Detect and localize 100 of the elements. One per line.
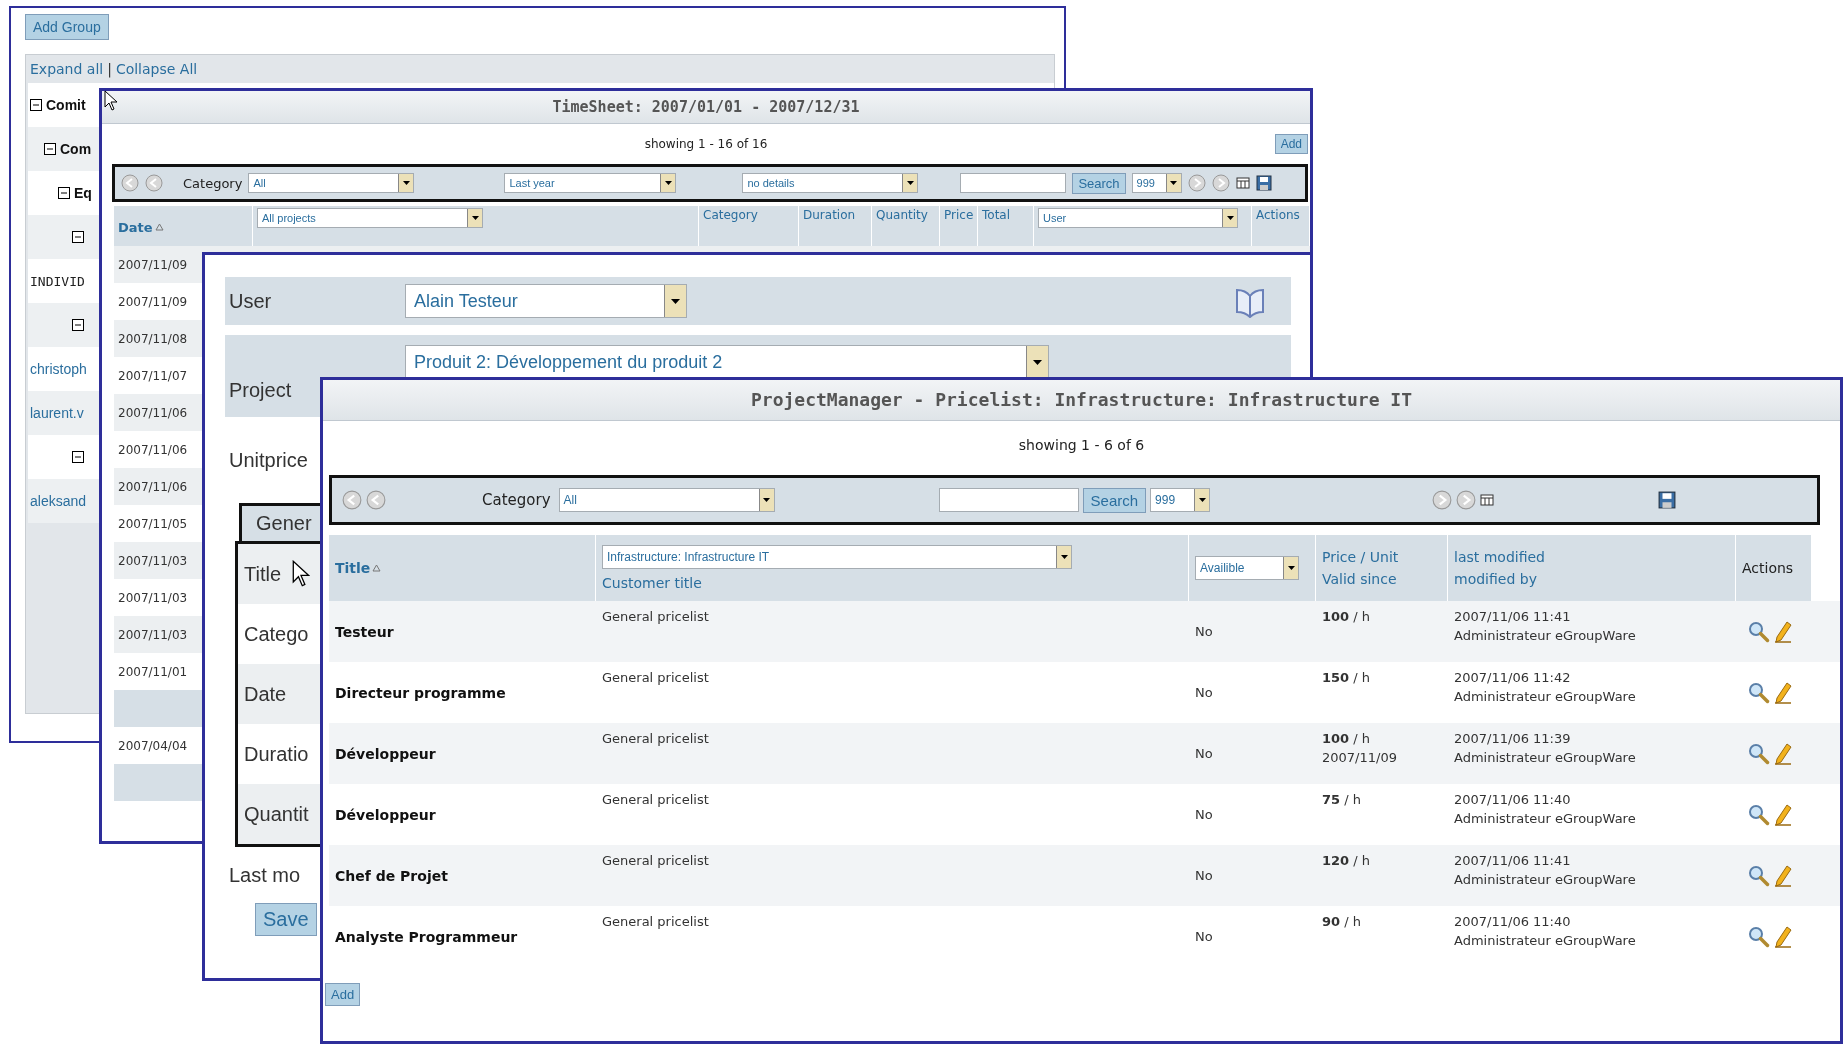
modified-date-cell: 2007/11/06 11:41: [1454, 609, 1571, 624]
date-cell: 2007/11/08: [118, 331, 188, 346]
search-button[interactable]: Search: [1082, 487, 1147, 513]
date-cell: 2007/11/06: [118, 442, 188, 457]
field-label: Catego: [243, 622, 309, 646]
date-cell: 2007/11/03: [118, 553, 188, 568]
magnifier-icon[interactable]: [1748, 925, 1770, 948]
pricelist-cell: General pricelist: [602, 792, 709, 807]
field-label: User: [228, 289, 272, 312]
modified-date-cell: 2007/11/06 11:40: [1454, 792, 1571, 807]
price-cell: 120 / h: [1322, 853, 1371, 868]
period-select[interactable]: Last year: [504, 173, 677, 193]
title-cell: Développeur: [335, 745, 436, 762]
page-size-select[interactable]: 999: [1150, 488, 1211, 512]
field-label: Date: [243, 682, 287, 706]
magnifier-icon[interactable]: [1748, 681, 1770, 704]
window-title: ProjectManager - Pricelist: Infrastructure: Infrastructure IT: [323, 380, 1840, 421]
pricelist-cell: General pricelist: [602, 853, 709, 868]
magnifier-icon[interactable]: [1748, 864, 1770, 887]
pencil-icon[interactable]: [1774, 681, 1792, 704]
user-filter-select[interactable]: User: [1038, 208, 1238, 228]
field-label: Quantit: [243, 802, 309, 826]
column-header: Price: [940, 206, 978, 246]
add-group-button[interactable]: Add Group: [25, 14, 109, 40]
category-label: Category: [183, 175, 243, 191]
link-separator: |: [107, 61, 112, 77]
dropdown-field[interactable]: Produit 2: Développement du produit 2: [405, 345, 1049, 379]
magnifier-icon[interactable]: [1748, 742, 1770, 765]
table-icon[interactable]: [1235, 177, 1250, 189]
table-icon[interactable]: [1480, 494, 1495, 506]
category-select[interactable]: All: [248, 173, 415, 193]
member-link[interactable]: christoph: [30, 361, 87, 377]
availability-select[interactable]: Availible: [1195, 556, 1299, 580]
field-label: Duratio: [243, 742, 309, 766]
pricelist-cell: General pricelist: [602, 731, 709, 746]
category-select[interactable]: All: [558, 488, 775, 512]
date-cell: 2007/11/03: [118, 627, 188, 642]
category-label: Category: [482, 491, 551, 509]
add-button[interactable]: Add: [1274, 134, 1308, 154]
modified-date-cell: 2007/11/06 11:40: [1454, 914, 1571, 929]
page-size-select[interactable]: 999: [1131, 173, 1182, 193]
column-header: Price / Unit: [1322, 549, 1399, 565]
pricelist-filter-select[interactable]: Infrastructure: Infrastructure IT: [602, 545, 1072, 569]
pencil-icon[interactable]: [1774, 742, 1792, 765]
modified-date-cell: 2007/11/06 11:42: [1454, 670, 1571, 685]
expand-all-link[interactable]: Expand all: [30, 61, 104, 77]
date-cell: 2007/11/09: [118, 294, 188, 309]
showing-count: showing 1 - 16 of 16: [644, 137, 768, 151]
sort-icon: [154, 223, 164, 231]
group-name: Com: [60, 141, 92, 157]
title-cell: Analyste Programmeur: [335, 928, 518, 945]
date-cell: 2007/11/05: [118, 516, 188, 531]
date-cell: 2007/11/01: [118, 664, 188, 679]
search-field[interactable]: [938, 488, 1079, 512]
minus-box-icon[interactable]: [44, 143, 56, 155]
add-button[interactable]: Add: [325, 983, 361, 1006]
modified-date-cell: 2007/11/06 11:39: [1454, 731, 1571, 746]
minus-box-icon[interactable]: [58, 187, 70, 199]
column-header: Category: [699, 206, 799, 246]
search-field[interactable]: [960, 173, 1067, 193]
pencil-icon[interactable]: [1774, 925, 1792, 948]
price-cell: 75 / h: [1322, 792, 1361, 807]
availability-cell: No: [1195, 868, 1213, 883]
date-sort-link[interactable]: Date: [118, 219, 164, 235]
dropdown-field[interactable]: Alain Testeur: [405, 284, 687, 318]
availability-cell: No: [1195, 624, 1213, 639]
title-sort-link[interactable]: Title: [335, 560, 382, 576]
title-cell: Testeur: [335, 623, 394, 640]
project-filter-select[interactable]: All projects: [257, 208, 483, 228]
search-button[interactable]: Search: [1072, 172, 1126, 194]
tab[interactable]: Gener: [239, 503, 323, 541]
member-link[interactable]: aleksand: [30, 493, 87, 509]
save-icon[interactable]: [1255, 175, 1272, 191]
save-icon[interactable]: [1658, 491, 1677, 509]
member-link[interactable]: laurent.v: [30, 405, 84, 421]
column-header: Total: [978, 206, 1034, 246]
magnifier-icon[interactable]: [1748, 620, 1770, 643]
availability-cell: No: [1195, 685, 1213, 700]
valid-since-cell: 2007/11/09: [1322, 750, 1397, 765]
minus-box-icon[interactable]: [72, 231, 84, 243]
save-button[interactable]: Save: [255, 903, 317, 936]
pencil-icon[interactable]: [1774, 803, 1792, 826]
modified-date-cell: 2007/11/06 11:41: [1454, 853, 1571, 868]
date-cell: 2007/11/06: [118, 479, 188, 494]
modified-by-cell: Administrateur eGroupWare: [1454, 811, 1636, 826]
price-cell: 90 / h: [1322, 914, 1361, 929]
column-header: Valid since: [1322, 571, 1397, 587]
pencil-icon[interactable]: [1774, 864, 1792, 887]
column-header: Duration: [799, 206, 872, 246]
date-cell: 2007/04/04: [118, 738, 188, 753]
pencil-icon[interactable]: [1774, 620, 1792, 643]
date-cell: 2007/11/07: [118, 368, 188, 383]
minus-box-icon[interactable]: [30, 99, 42, 111]
details-select[interactable]: no details: [742, 173, 919, 193]
modified-by-cell: Administrateur eGroupWare: [1454, 628, 1636, 643]
minus-box-icon[interactable]: [72, 451, 84, 463]
title-cell: Chef de Projet: [335, 867, 448, 884]
magnifier-icon[interactable]: [1748, 803, 1770, 826]
minus-box-icon[interactable]: [72, 319, 84, 331]
collapse-all-link[interactable]: Collapse All: [115, 61, 198, 77]
